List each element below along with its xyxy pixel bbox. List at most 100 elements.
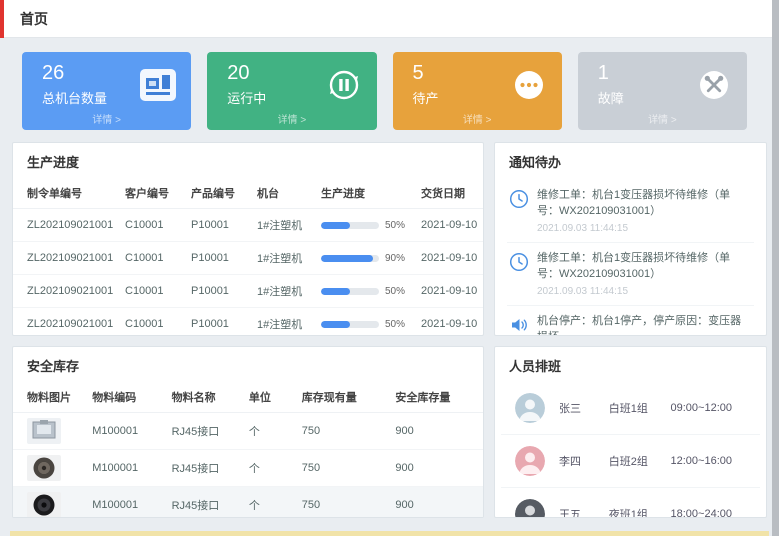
notice-item[interactable]: 机台停产：机台1停产，停产原因：变压器损坏 bbox=[507, 306, 754, 336]
stat-card-text: 26 总机台数量 bbox=[42, 62, 107, 107]
shift-label: 白班1组 bbox=[609, 400, 671, 416]
cell-material-image bbox=[13, 450, 86, 487]
shift-time: 09:00~12:00 bbox=[671, 402, 746, 414]
progress-fill bbox=[321, 288, 350, 295]
stock-panel-title: 安全库存 bbox=[13, 347, 483, 382]
cell-safety-qty: 900 bbox=[389, 487, 483, 519]
stat-card[interactable]: 1 故障 详情 > bbox=[578, 52, 747, 130]
col-material-code: 物料编码 bbox=[86, 382, 165, 413]
col-customer: 客户编号 bbox=[119, 178, 185, 209]
cell-current-qty: 750 bbox=[296, 487, 390, 519]
stat-card-main: 26 总机台数量 bbox=[42, 62, 177, 107]
bottom-edge-strip bbox=[10, 531, 769, 536]
cell-material-name: RJ45接口 bbox=[166, 487, 243, 519]
avatar-3 bbox=[515, 499, 545, 518]
stock-table-row: M100001 RJ45接口 个 750 900 bbox=[13, 487, 483, 519]
notice-item[interactable]: 维修工单：机台1变压器损坏待维修（单号：WX202109031001） 2021… bbox=[507, 180, 754, 243]
cell-current-qty: 750 bbox=[296, 450, 390, 487]
shift-label: 夜班1组 bbox=[609, 506, 671, 518]
stat-value: 5 bbox=[413, 62, 439, 84]
cell-delivery-date: 2021-09-10 bbox=[415, 275, 484, 308]
col-machine: 机台 bbox=[251, 178, 315, 209]
cell-order-no: ZL202109021001 bbox=[13, 242, 119, 275]
stat-value: 1 bbox=[598, 62, 624, 84]
progress-percent: 50% bbox=[385, 220, 405, 231]
notice-list: 维修工单：机台1变压器损坏待维修（单号：WX202109031001） 2021… bbox=[495, 178, 766, 336]
progress-bar bbox=[321, 288, 379, 295]
notices-panel-title: 通知待办 bbox=[495, 143, 766, 178]
col-order-no: 制令单编号 bbox=[13, 178, 119, 209]
col-unit: 单位 bbox=[243, 382, 296, 413]
stat-card[interactable]: 5 待产 详情 > bbox=[393, 52, 562, 130]
stat-detail-link[interactable]: 详情 > bbox=[393, 111, 562, 126]
col-current-qty: 库存现有量 bbox=[296, 382, 390, 413]
stat-label: 总机台数量 bbox=[42, 88, 107, 107]
cell-material-name: RJ45接口 bbox=[166, 413, 243, 450]
cell-current-qty: 750 bbox=[296, 413, 390, 450]
stat-card[interactable]: 20 运行中 详情 > bbox=[207, 52, 376, 130]
worker-name: 张三 bbox=[559, 400, 609, 416]
shift-time: 18:00~24:00 bbox=[671, 508, 746, 518]
col-product: 产品编号 bbox=[185, 178, 251, 209]
progress-percent: 90% bbox=[385, 253, 405, 264]
speaker-icon bbox=[509, 315, 529, 335]
production-table: 制令单编号 客户编号 产品编号 机台 生产进度 交货日期 ZL202109021… bbox=[13, 178, 484, 336]
stat-label: 故障 bbox=[598, 88, 624, 107]
cell-material-image bbox=[13, 487, 86, 519]
pending-icon bbox=[510, 66, 548, 104]
stat-label: 待产 bbox=[413, 88, 439, 107]
cell-progress: 90% bbox=[315, 242, 415, 275]
progress-fill bbox=[321, 321, 350, 328]
machine-icon bbox=[139, 66, 177, 104]
stock-table-row: M100001 RJ45接口 个 750 900 bbox=[13, 413, 483, 450]
stock-table-row: M100001 RJ45接口 个 750 900 bbox=[13, 450, 483, 487]
stat-detail-link[interactable]: 详情 > bbox=[578, 111, 747, 126]
notice-body: 维修工单：机台1变压器损坏待维修（单号：WX202109031001） 2021… bbox=[537, 251, 752, 297]
production-table-row: ZL202109021001 C10001 P10001 1#注塑机 50% 2… bbox=[13, 308, 484, 337]
notice-text: 机台停产：机台1停产，停产原因：变压器损坏 bbox=[537, 314, 752, 336]
cell-delivery-date: 2021-09-10 bbox=[415, 308, 484, 337]
stat-detail-link[interactable]: 详情 > bbox=[22, 111, 191, 126]
notice-body: 维修工单：机台1变压器损坏待维修（单号：WX202109031001） 2021… bbox=[537, 188, 752, 234]
notice-text: 维修工单：机台1变压器损坏待维修（单号：WX202109031001） bbox=[537, 188, 752, 220]
cell-material-code: M100001 bbox=[86, 487, 165, 519]
cell-progress: 50% bbox=[315, 308, 415, 337]
stat-card-main: 5 待产 bbox=[413, 62, 548, 107]
connector-image bbox=[27, 455, 61, 481]
safety-stock-panel: 安全库存 物料图片 物料编码 物料名称 单位 库存现有量 安全库存量 M1000… bbox=[12, 346, 484, 518]
stat-card[interactable]: 26 总机台数量 详情 > bbox=[22, 52, 191, 130]
notice-item[interactable]: 维修工单：机台1变压器损坏待维修（单号：WX202109031001） 2021… bbox=[507, 243, 754, 306]
cell-product: P10001 bbox=[185, 209, 251, 242]
col-date: 交货日期 bbox=[415, 178, 484, 209]
schedule-row: 王五 夜班1组 18:00~24:00 bbox=[501, 488, 760, 518]
stat-card-text: 1 故障 bbox=[598, 62, 624, 107]
stat-card-text: 5 待产 bbox=[413, 62, 439, 107]
cell-delivery-date: 2021-09-10 bbox=[415, 242, 484, 275]
cell-unit: 个 bbox=[243, 450, 296, 487]
shift-label: 白班2组 bbox=[609, 453, 671, 469]
worker-name: 李四 bbox=[559, 453, 609, 469]
cell-material-code: M100001 bbox=[86, 450, 165, 487]
notices-panel: 通知待办 维修工单：机台1变压器损坏待维修（单号：WX202109031001）… bbox=[494, 142, 767, 336]
cell-order-no: ZL202109021001 bbox=[13, 209, 119, 242]
cell-customer: C10001 bbox=[119, 209, 185, 242]
col-material-name: 物料名称 bbox=[166, 382, 243, 413]
stock-header-row: 物料图片 物料编码 物料名称 单位 库存现有量 安全库存量 bbox=[13, 382, 483, 413]
stat-detail-link[interactable]: 详情 > bbox=[207, 111, 376, 126]
notice-timestamp: 2021.09.03 11:44:15 bbox=[537, 286, 752, 297]
running-icon bbox=[325, 66, 363, 104]
progress-bar bbox=[321, 321, 379, 328]
col-safety-qty: 安全库存量 bbox=[389, 382, 483, 413]
notice-text: 维修工单：机台1变压器损坏待维修（单号：WX202109031001） bbox=[537, 251, 752, 283]
schedule-row: 李四 白班2组 12:00~16:00 bbox=[501, 435, 760, 488]
clock-icon bbox=[509, 252, 529, 272]
production-progress-panel: 生产进度 制令单编号 客户编号 产品编号 机台 生产进度 交货日期 ZL2021… bbox=[12, 142, 484, 336]
cell-machine: 1#注塑机 bbox=[251, 242, 315, 275]
cell-progress: 50% bbox=[315, 209, 415, 242]
cell-unit: 个 bbox=[243, 413, 296, 450]
speaker-image bbox=[27, 492, 61, 518]
schedule-row: 张三 白班1组 09:00~12:00 bbox=[501, 382, 760, 435]
progress-percent: 50% bbox=[385, 319, 405, 330]
cell-progress: 50% bbox=[315, 275, 415, 308]
production-panel-title: 生产进度 bbox=[13, 143, 483, 178]
